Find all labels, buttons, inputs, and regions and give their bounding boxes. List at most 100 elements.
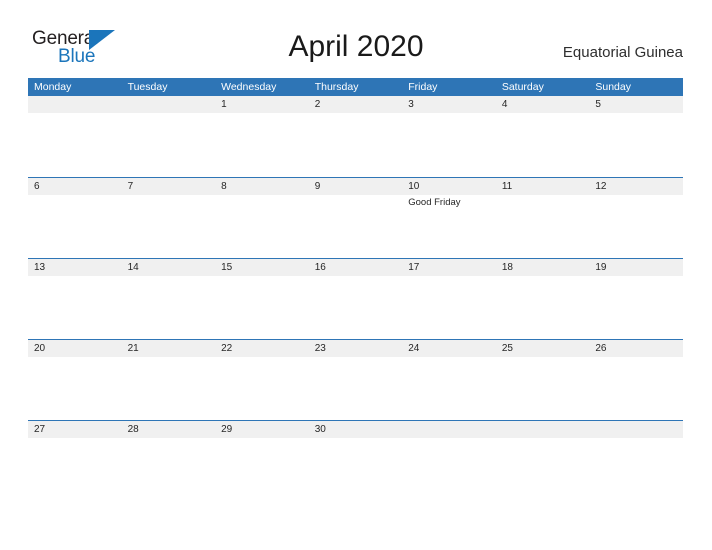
week-event-band bbox=[28, 438, 683, 501]
day-cell-empty bbox=[122, 96, 216, 113]
day-events-cell[interactable] bbox=[496, 276, 590, 339]
day-events-cell[interactable] bbox=[309, 195, 403, 258]
calendar-week-row: 13 14 15 16 17 18 19 bbox=[28, 258, 683, 339]
weekday-header-sunday: Sunday bbox=[595, 81, 631, 93]
week-event-band bbox=[28, 357, 683, 420]
day-events-cell[interactable] bbox=[402, 357, 496, 420]
week-date-band: 13 14 15 16 17 18 19 bbox=[28, 259, 683, 276]
day-events-cell bbox=[28, 113, 122, 176]
day-cell[interactable]: 5 bbox=[589, 96, 683, 113]
day-cell[interactable]: 20 bbox=[28, 340, 122, 357]
day-number: 30 bbox=[314, 424, 326, 435]
day-events-cell bbox=[402, 438, 496, 501]
day-number: 27 bbox=[34, 424, 46, 435]
day-cell[interactable]: 4 bbox=[496, 96, 590, 113]
calendar-week-row: 20 21 22 23 24 25 26 bbox=[28, 339, 683, 420]
day-cell[interactable]: 26 bbox=[589, 340, 683, 357]
day-cell[interactable]: 12 bbox=[589, 178, 683, 195]
day-number: 25 bbox=[501, 343, 513, 354]
day-cell[interactable]: 25 bbox=[496, 340, 590, 357]
day-number: 18 bbox=[501, 262, 513, 273]
day-cell[interactable]: 10 bbox=[402, 178, 496, 195]
day-cell[interactable]: 7 bbox=[122, 178, 216, 195]
day-number: 4 bbox=[501, 99, 508, 110]
day-events-cell[interactable] bbox=[215, 195, 309, 258]
day-events-cell[interactable] bbox=[589, 113, 683, 176]
day-number: 8 bbox=[221, 181, 227, 192]
day-events-cell[interactable] bbox=[215, 438, 309, 501]
day-cell[interactable]: 30 bbox=[309, 421, 403, 438]
day-events-cell[interactable] bbox=[215, 113, 309, 176]
holiday-label: Good Friday bbox=[408, 197, 461, 208]
day-cell[interactable]: 29 bbox=[215, 421, 309, 438]
day-cell[interactable]: 6 bbox=[28, 178, 122, 195]
day-cell[interactable]: 21 bbox=[122, 340, 216, 357]
day-events-cell[interactable] bbox=[496, 113, 590, 176]
day-cell[interactable]: 9 bbox=[309, 178, 403, 195]
day-events-cell[interactable] bbox=[402, 113, 496, 176]
day-events-cell[interactable] bbox=[28, 438, 122, 501]
day-events-cell bbox=[496, 438, 590, 501]
day-events-cell[interactable] bbox=[309, 438, 403, 501]
day-cell[interactable]: 1 bbox=[215, 96, 309, 113]
day-number: 12 bbox=[595, 181, 607, 192]
day-events-cell[interactable] bbox=[589, 357, 683, 420]
weekday-header-row: Monday Tuesday Wednesday Thursday Friday Satu… bbox=[28, 78, 683, 96]
day-events-cell[interactable] bbox=[215, 357, 309, 420]
day-cell-empty bbox=[589, 421, 683, 438]
day-events-cell[interactable] bbox=[215, 276, 309, 339]
day-number: 24 bbox=[408, 343, 420, 354]
day-cell[interactable]: 15 bbox=[215, 259, 309, 276]
day-events-cell[interactable] bbox=[122, 276, 216, 339]
day-events-cell[interactable] bbox=[122, 195, 216, 258]
calendar-week-row: 1 2 3 4 5 bbox=[28, 96, 683, 177]
day-number: 17 bbox=[408, 262, 420, 273]
weekday-header-saturday: Saturday bbox=[501, 81, 544, 93]
day-cell[interactable]: 18 bbox=[496, 259, 590, 276]
day-cell[interactable]: 24 bbox=[402, 340, 496, 357]
day-events-cell[interactable] bbox=[309, 276, 403, 339]
week-date-band: 1 2 3 4 5 bbox=[28, 96, 683, 113]
day-cell[interactable]: 16 bbox=[309, 259, 403, 276]
day-cell[interactable]: 27 bbox=[28, 421, 122, 438]
day-events-cell[interactable] bbox=[28, 276, 122, 339]
day-number: 15 bbox=[221, 262, 233, 273]
day-events-cell[interactable] bbox=[122, 438, 216, 501]
day-events-cell[interactable] bbox=[28, 195, 122, 258]
week-event-band bbox=[28, 276, 683, 339]
day-cell[interactable]: 3 bbox=[402, 96, 496, 113]
day-events-cell[interactable] bbox=[589, 195, 683, 258]
day-cell[interactable]: 17 bbox=[402, 259, 496, 276]
day-cell[interactable]: 13 bbox=[28, 259, 122, 276]
calendar-page: General Blue April 2020 Equatorial Guine… bbox=[0, 0, 712, 550]
day-cell[interactable]: 8 bbox=[215, 178, 309, 195]
day-cell[interactable]: 28 bbox=[122, 421, 216, 438]
day-cell[interactable]: 14 bbox=[122, 259, 216, 276]
week-date-band: 27 28 29 30 bbox=[28, 421, 683, 438]
day-number: 16 bbox=[314, 262, 326, 273]
day-events-cell[interactable] bbox=[122, 357, 216, 420]
day-number: 2 bbox=[314, 99, 321, 110]
day-events-cell[interactable] bbox=[309, 113, 403, 176]
day-number: 14 bbox=[127, 262, 139, 273]
day-events-cell[interactable] bbox=[589, 276, 683, 339]
day-number: 5 bbox=[595, 99, 601, 110]
day-cell-empty bbox=[402, 421, 496, 438]
day-cell[interactable]: 2 bbox=[309, 96, 403, 113]
day-cell[interactable]: 19 bbox=[589, 259, 683, 276]
day-cell[interactable]: 11 bbox=[496, 178, 590, 195]
day-number: 10 bbox=[408, 181, 420, 192]
day-events-cell[interactable] bbox=[28, 357, 122, 420]
day-number: 26 bbox=[595, 343, 607, 354]
weekday-header-thursday: Thursday bbox=[314, 81, 359, 93]
day-events-cell[interactable] bbox=[402, 276, 496, 339]
day-cell[interactable]: 22 bbox=[215, 340, 309, 357]
calendar-week-row: 6 7 8 9 10 11 12 Good Friday bbox=[28, 177, 683, 258]
day-events-cell[interactable] bbox=[496, 357, 590, 420]
day-events-cell[interactable] bbox=[309, 357, 403, 420]
day-events-cell[interactable] bbox=[496, 195, 590, 258]
day-cell[interactable]: 23 bbox=[309, 340, 403, 357]
day-number: 3 bbox=[408, 99, 414, 110]
day-events-cell[interactable]: Good Friday bbox=[402, 195, 496, 258]
calendar-weeks: 1 2 3 4 5 6 7 8 9 10 11 12 Good Friday 13 14 15 16 17 18 19… bbox=[28, 96, 683, 501]
